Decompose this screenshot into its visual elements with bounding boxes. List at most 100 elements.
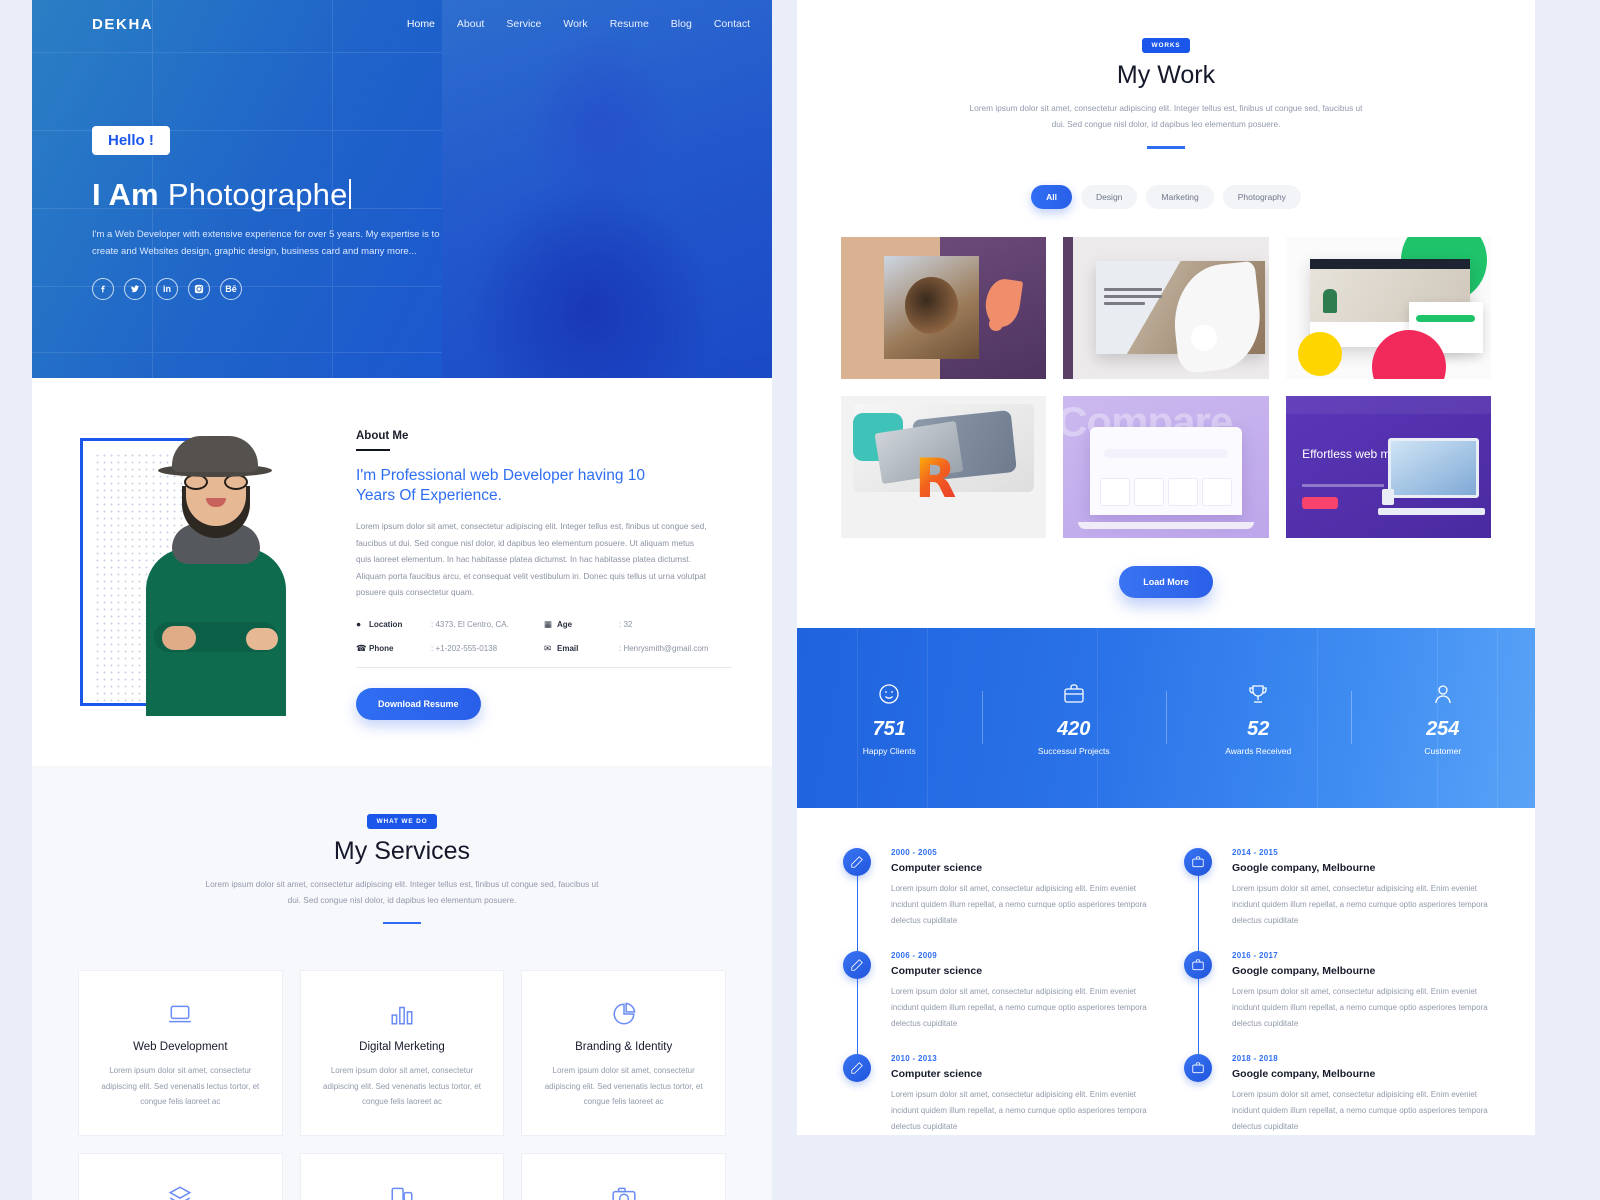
service-card[interactable] <box>299 1153 505 1200</box>
about-heading: I'm Professional web Developer having 10… <box>356 467 646 504</box>
timeline-desc: Lorem ipsum dolor sit amet, consectetur … <box>891 986 1147 1028</box>
stat-label: Successul Projects <box>1037 746 1110 757</box>
about-kicker: About Me <box>356 430 409 442</box>
timeline-title: Computer science <box>891 964 983 977</box>
timeline-date: 2014 - 2015 <box>1232 847 1279 857</box>
filter-design[interactable]: Design <box>1080 184 1138 209</box>
service-name: Web Development <box>133 1041 228 1054</box>
nav-item-blog[interactable]: Blog <box>671 18 692 30</box>
resume-section: 2000 - 2005 Computer science Lorem ipsum… <box>797 807 1535 1135</box>
service-desc: Lorem ipsum dolor sit amet, consectetur … <box>101 1066 260 1106</box>
portfolio-item-web-meetings[interactable]: Effortless web meetings. <box>1285 395 1491 538</box>
load-more-button[interactable]: Load More <box>1119 565 1213 598</box>
stat-number: 52 <box>1247 718 1270 741</box>
hero-title: I Am Photographe <box>92 175 772 213</box>
service-card[interactable]: Branding & Identity Lorem ipsum dolor si… <box>521 970 726 1136</box>
nav-item-contact[interactable]: Contact <box>714 18 750 30</box>
filter-all[interactable]: All <box>1031 184 1072 209</box>
timeline-item: 2016 - 2017 Google company, Melbourne Lo… <box>1184 950 1489 1060</box>
services-tag: WHAT WE DO <box>366 813 438 829</box>
linkedin-icon[interactable]: in <box>156 278 178 301</box>
hero-title-prefix: I Am <box>92 177 159 212</box>
hero-section: DEKHA Home About Service Work Resume Blo… <box>32 0 772 378</box>
work-header: WORKS My Work Lorem ipsum dolor sit amet… <box>841 34 1491 149</box>
nav-item-service[interactable]: Service <box>506 18 541 30</box>
nav-item-about[interactable]: About <box>457 18 484 30</box>
stat-customer: 254 Customer <box>1350 679 1536 757</box>
service-card[interactable]: Web Development Lorem ipsum dolor sit am… <box>78 970 283 1136</box>
services-title: My Services <box>333 836 471 865</box>
laptop-icon <box>97 999 264 1029</box>
filter-marketing[interactable]: Marketing <box>1146 184 1214 209</box>
facebook-icon[interactable] <box>92 278 114 301</box>
meta-row-location: ● Location : 4373, El Centro, CA. <box>356 619 544 630</box>
timeline-title: Google company, Melbourne <box>1232 1067 1376 1080</box>
smiley-icon <box>797 679 982 709</box>
services-grid: Web Development Lorem ipsum dolor sit am… <box>78 970 726 1200</box>
nav-item-resume[interactable]: Resume <box>610 18 649 30</box>
stat-number: 751 <box>872 718 906 741</box>
behance-icon[interactable]: Bē <box>220 278 242 301</box>
portfolio-item-r-branding[interactable]: R <box>841 395 1047 538</box>
trophy-icon <box>1166 679 1351 709</box>
portfolio-item-architecture[interactable] <box>1063 236 1269 379</box>
pencil-icon <box>843 1053 871 1082</box>
right-panel: WORKS My Work Lorem ipsum dolor sit amet… <box>797 0 1535 1135</box>
nav-item-work[interactable]: Work <box>563 18 587 30</box>
service-card[interactable] <box>521 1153 726 1200</box>
layers-icon <box>97 1182 264 1200</box>
page-canvas: DEKHA Home About Service Work Resume Blo… <box>0 0 1600 1200</box>
timeline-title: Computer science <box>891 861 983 874</box>
timeline-desc: Lorem ipsum dolor sit amet, consectetur … <box>891 1089 1147 1131</box>
devices-icon <box>319 1182 486 1200</box>
services-subtitle: Lorem ipsum dolor sit amet, consectetur … <box>205 878 599 906</box>
portfolio-item-wealth-advisory[interactable] <box>841 236 1047 379</box>
user-icon <box>1351 679 1536 709</box>
site-logo[interactable]: DEKHA <box>92 16 153 33</box>
timeline-item: 2018 - 2018 Google company, Melbourne Lo… <box>1184 1053 1489 1135</box>
profile-illustration <box>110 436 318 716</box>
briefcase-icon <box>1184 1053 1212 1082</box>
services-underline <box>383 922 421 925</box>
about-content: About Me I'm Professional web Developer … <box>348 422 732 720</box>
service-card[interactable] <box>78 1153 283 1200</box>
meta-row-email: ✉ Email : Henrysmith@gmail.com <box>544 643 732 654</box>
nav-item-home[interactable]: Home <box>407 18 435 30</box>
work-title: My Work <box>1116 61 1216 89</box>
service-name: Branding & Identity <box>575 1041 673 1054</box>
meta-key: Location <box>369 619 403 629</box>
timeline-title: Google company, Melbourne <box>1232 964 1376 977</box>
left-panel: DEKHA Home About Service Work Resume Blo… <box>32 0 772 1200</box>
briefcase-icon <box>1184 950 1212 979</box>
twitter-icon[interactable] <box>124 278 146 301</box>
filter-photography[interactable]: Photography <box>1222 184 1301 209</box>
service-desc: Lorem ipsum dolor sit amet, consectetur … <box>544 1066 703 1106</box>
timeline-desc: Lorem ipsum dolor sit amet, consectetur … <box>1232 883 1488 925</box>
timeline-date: 2018 - 2018 <box>1232 1053 1279 1063</box>
work-subtitle: Lorem ipsum dolor sit amet, consectetur … <box>969 103 1363 130</box>
service-desc: Lorem ipsum dolor sit amet, consectetur … <box>323 1066 481 1106</box>
stats-section: 751 Happy Clients 420 Successul Projects… <box>797 627 1536 808</box>
instagram-icon[interactable] <box>188 278 210 301</box>
meta-value: : 32 <box>619 619 633 629</box>
portfolio-item-property-listing[interactable] <box>1285 236 1491 379</box>
timeline-desc: Lorem ipsum dolor sit amet, consectetur … <box>891 883 1147 925</box>
meta-key: Email <box>557 643 579 653</box>
work-grid: R Compare Effortless web meetings. <box>841 236 1491 538</box>
about-section: About Me I'm Professional web Developer … <box>32 378 772 766</box>
timeline-item: 2010 - 2013 Computer science Lorem ipsum… <box>843 1053 1148 1135</box>
timeline-item: 2000 - 2005 Computer science Lorem ipsum… <box>843 847 1148 957</box>
timeline-desc: Lorem ipsum dolor sit amet, consectetur … <box>1232 986 1488 1028</box>
nav-links: Home About Service Work Resume Blog Cont… <box>407 18 750 30</box>
pie-chart-icon <box>540 999 707 1029</box>
about-meta-grid: ● Location : 4373, El Centro, CA. ▦ Age … <box>356 619 732 668</box>
stat-label: Customer <box>1424 746 1462 757</box>
hero-title-typed: Photographe <box>167 177 348 212</box>
portfolio-item-compare[interactable]: Compare <box>1063 395 1269 538</box>
stat-label: Happy Clients <box>862 746 916 757</box>
service-name: Digital Merketing <box>359 1041 445 1054</box>
timeline-desc: Lorem ipsum dolor sit amet, consectetur … <box>1232 1089 1488 1131</box>
briefcase-icon <box>1184 847 1212 876</box>
service-card[interactable]: Digital Merketing Lorem ipsum dolor sit … <box>299 970 505 1136</box>
download-resume-button[interactable]: Download Resume <box>356 687 481 720</box>
